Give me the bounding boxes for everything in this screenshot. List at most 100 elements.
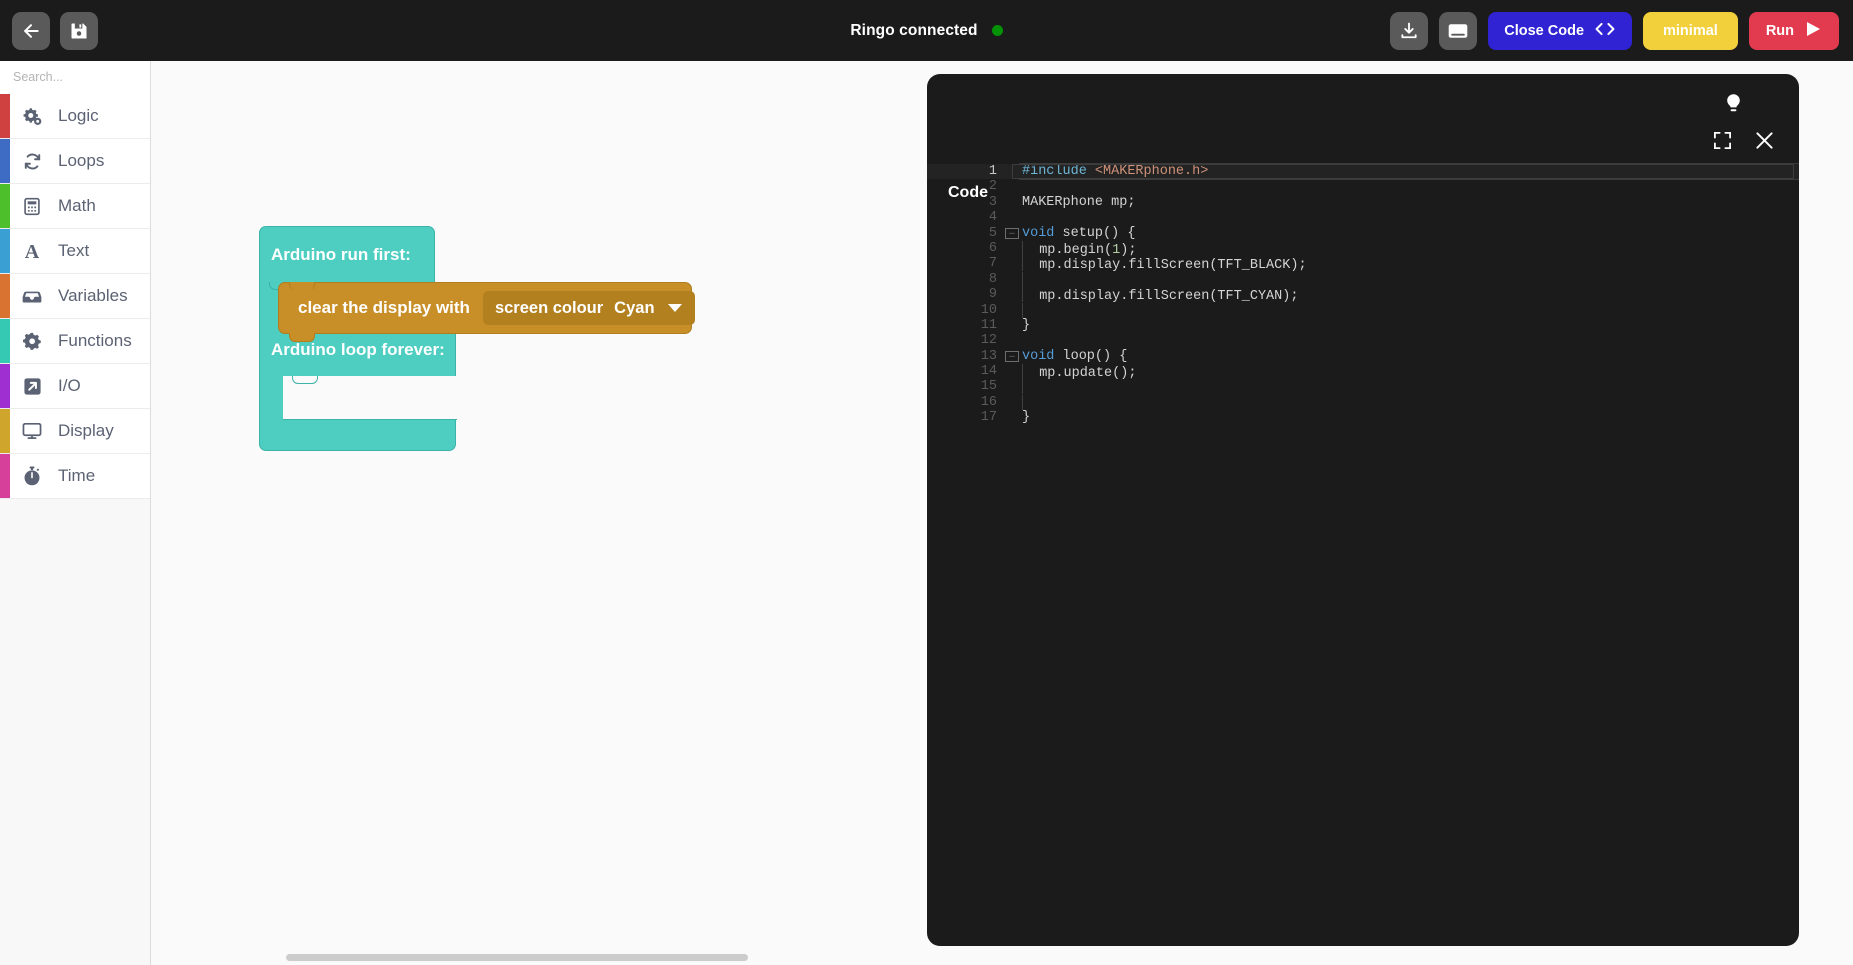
- close-code-label: Close Code: [1504, 23, 1584, 39]
- sidebar-item-label: Math: [58, 196, 96, 216]
- clear-display-block[interactable]: clear the display with screen colour Cya…: [278, 282, 692, 334]
- arduino-setup-block[interactable]: Arduino run first:: [259, 226, 435, 282]
- fold-toggle-icon: [1005, 379, 1019, 394]
- sidebar-item-variables[interactable]: Variables: [0, 274, 150, 319]
- fold-toggle-icon: [1005, 179, 1019, 194]
- code-line[interactable]: 13─void loop() {: [927, 349, 1799, 364]
- line-number: 11: [927, 318, 1005, 333]
- scrollbar-thumb[interactable]: [286, 954, 748, 961]
- code-line-text: #include <MAKERphone.h>: [1019, 163, 1799, 180]
- code-line[interactable]: 15: [927, 379, 1799, 394]
- code-line[interactable]: 3 MAKERphone mp;: [927, 195, 1799, 210]
- code-line-text: [1019, 179, 1799, 194]
- sidebar-item-text[interactable]: AText: [0, 229, 150, 274]
- screen-colour-label: screen colour: [495, 299, 603, 318]
- clear-display-label: clear the display with: [298, 298, 470, 318]
- search-input[interactable]: [13, 70, 151, 84]
- gears-icon: [18, 107, 46, 126]
- code-line[interactable]: 7 mp.display.fillScreen(TFT_BLACK);: [927, 256, 1799, 271]
- code-line-text: mp.begin(1);: [1019, 241, 1799, 256]
- fold-toggle-icon: [1005, 287, 1019, 302]
- line-number: 5: [927, 226, 1005, 241]
- code-line[interactable]: 1#include <MAKERphone.h>: [927, 164, 1799, 179]
- sidebar-item-logic[interactable]: Logic: [0, 94, 150, 139]
- fold-toggle-icon: [1005, 272, 1019, 287]
- line-number: 13: [927, 349, 1005, 364]
- sidebar-item-math[interactable]: Math: [0, 184, 150, 229]
- code-editor[interactable]: 1#include <MAKERphone.h>23 MAKERphone mp;…: [927, 164, 1799, 946]
- code-line-text: mp.display.fillScreen(TFT_BLACK);: [1019, 256, 1799, 271]
- code-line-text: void setup() {: [1019, 226, 1799, 241]
- fold-toggle-icon: [1005, 303, 1019, 318]
- layout-toggle-button[interactable]: [1439, 12, 1477, 50]
- fold-toggle-icon: [1005, 410, 1019, 425]
- code-line[interactable]: 14 mp.update();: [927, 364, 1799, 379]
- close-code-button[interactable]: Close Code: [1488, 12, 1632, 50]
- category-color-strip: [0, 364, 10, 408]
- sidebar-item-i-o[interactable]: I/O: [0, 364, 150, 409]
- fold-toggle-icon: [1005, 256, 1019, 271]
- code-line[interactable]: 16: [927, 395, 1799, 410]
- block-stack[interactable]: Arduino run first: Arduino loop forever:…: [259, 226, 456, 451]
- code-line[interactable]: 11}: [927, 318, 1799, 333]
- fold-toggle-icon[interactable]: ─: [1005, 351, 1019, 362]
- minimal-button[interactable]: minimal: [1643, 12, 1738, 50]
- category-color-strip: [0, 139, 10, 183]
- code-panel: Code 1#include <MAKERphone.h>23MAKERphon…: [927, 74, 1799, 946]
- code-line[interactable]: 4: [927, 210, 1799, 225]
- screen-colour-dropdown[interactable]: screen colour Cyan: [483, 291, 695, 325]
- code-line[interactable]: 6 mp.begin(1);: [927, 241, 1799, 256]
- toolbox-category-list: Logic Loops Math AText Variables Functions I/O…: [0, 94, 150, 499]
- line-number: 10: [927, 303, 1005, 318]
- code-line[interactable]: 17}: [927, 410, 1799, 425]
- sidebar-item-loops[interactable]: Loops: [0, 139, 150, 184]
- sidebar-item-display[interactable]: Display: [0, 409, 150, 454]
- minimal-label: minimal: [1663, 23, 1718, 39]
- workspace-horizontal-scrollbar[interactable]: [151, 949, 1853, 965]
- gear-icon: [18, 332, 46, 351]
- line-number: 2: [927, 179, 1005, 194]
- toolbar-right-group: Close Code minimal Run: [1390, 12, 1839, 50]
- code-line[interactable]: 9 mp.display.fillScreen(TFT_CYAN);: [927, 287, 1799, 302]
- line-number: 3: [927, 195, 1005, 210]
- code-brackets-icon: [1594, 21, 1616, 41]
- sidebar-item-label: I/O: [58, 376, 81, 396]
- connector-notch-bottom: [289, 333, 315, 342]
- fullscreen-icon[interactable]: [1713, 131, 1732, 155]
- fold-toggle-icon[interactable]: ─: [1005, 228, 1019, 239]
- code-line[interactable]: 10: [927, 303, 1799, 318]
- fold-toggle-icon: [1005, 164, 1019, 179]
- connection-status-label: Ringo connected: [850, 22, 977, 40]
- letter-a-icon: A: [18, 241, 46, 261]
- back-button[interactable]: [12, 12, 50, 50]
- lightbulb-icon[interactable]: [1724, 93, 1743, 122]
- connection-status-dot: [992, 25, 1003, 36]
- sidebar-item-functions[interactable]: Functions: [0, 319, 150, 364]
- code-line[interactable]: 12: [927, 333, 1799, 348]
- fold-toggle-icon: [1005, 333, 1019, 348]
- code-line-text: [1019, 333, 1799, 348]
- code-line[interactable]: 8: [927, 272, 1799, 287]
- code-line-text: mp.display.fillScreen(TFT_CYAN);: [1019, 287, 1799, 302]
- code-line-text: [1019, 272, 1799, 287]
- code-line[interactable]: 5─void setup() {: [927, 226, 1799, 241]
- fold-toggle-icon: [1005, 195, 1019, 210]
- run-label: Run: [1766, 23, 1794, 39]
- save-button[interactable]: [60, 12, 98, 50]
- download-button[interactable]: [1390, 12, 1428, 50]
- fold-toggle-icon: [1005, 395, 1019, 410]
- sidebar-item-label: Loops: [58, 151, 104, 171]
- arduino-loop-label: Arduino loop forever:: [271, 340, 445, 360]
- sidebar-item-time[interactable]: Time: [0, 454, 150, 499]
- sidebar-item-label: Variables: [58, 286, 128, 306]
- code-line[interactable]: 2: [927, 179, 1799, 194]
- arrow-left-icon: [21, 21, 41, 41]
- run-button[interactable]: Run: [1749, 12, 1839, 50]
- line-number: 12: [927, 333, 1005, 348]
- line-number: 17: [927, 410, 1005, 425]
- category-color-strip: [0, 454, 10, 498]
- code-line-text: MAKERphone mp;: [1019, 195, 1799, 210]
- close-icon[interactable]: [1754, 130, 1775, 156]
- arduino-setup-label: Arduino run first:: [271, 245, 411, 265]
- app-root: Ringo connected Close Code: [0, 0, 1853, 965]
